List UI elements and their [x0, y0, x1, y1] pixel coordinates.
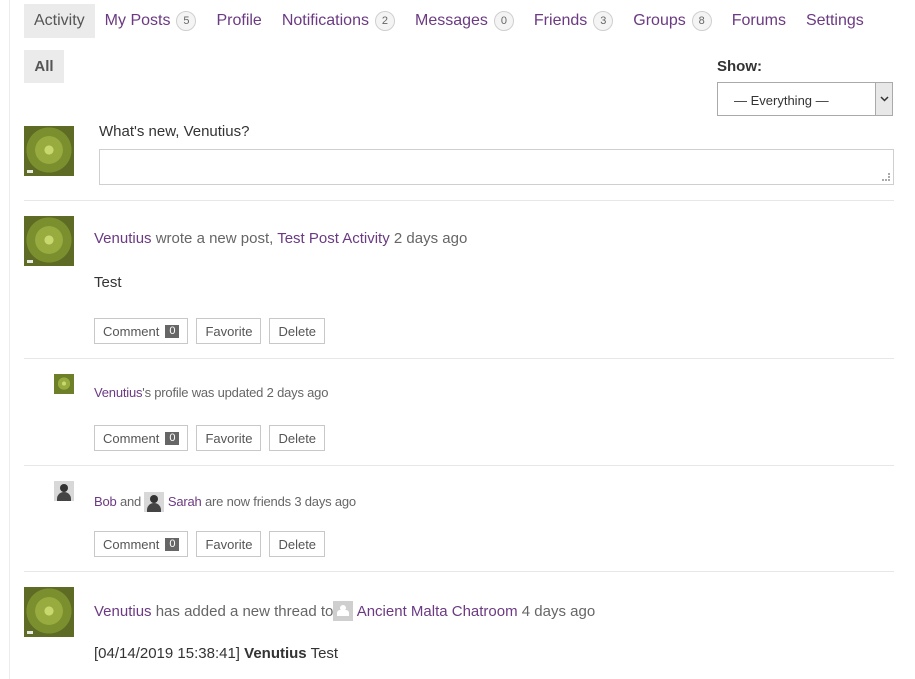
activity-actions: Comment 0 Favorite Delete — [94, 425, 326, 451]
whats-new-textarea[interactable] — [99, 149, 894, 185]
avatar[interactable] — [24, 216, 74, 266]
nav-profile[interactable]: Profile — [206, 4, 271, 38]
activity-action-text: are now friends — [205, 494, 291, 509]
divider — [24, 465, 894, 466]
filter-label: Show: — [717, 58, 762, 75]
comment-button[interactable]: Comment 0 — [94, 318, 189, 344]
avatar[interactable] — [24, 126, 74, 176]
activity-header: Venutius's profile was updated 2 days ag… — [94, 385, 328, 400]
comment-count: 0 — [165, 324, 180, 338]
nav-count-badge: 0 — [493, 11, 514, 31]
nav-count-badge: 3 — [593, 11, 614, 31]
comment-label: Comment — [103, 536, 160, 552]
comment-count: 0 — [165, 431, 180, 445]
comment-label: Comment — [103, 323, 160, 339]
chevron-down-icon[interactable] — [875, 83, 892, 115]
avatar[interactable] — [144, 492, 165, 512]
nav-label: Messages — [414, 12, 488, 29]
subnav-all[interactable]: All — [24, 50, 64, 83]
activity-user-link[interactable]: Bob — [94, 494, 117, 509]
delete-button[interactable]: Delete — [269, 425, 326, 451]
activity-action-text: wrote a new post, — [155, 230, 274, 247]
nav-label: Groups — [633, 12, 686, 29]
delete-label: Delete — [278, 536, 317, 552]
activity-target-link[interactable]: Test Post Activity — [277, 230, 390, 247]
favorite-label: Favorite — [205, 430, 253, 446]
activity-time[interactable]: 2 days ago — [267, 385, 329, 400]
activity-header: Bob and Sarah are now friends 3 days ago — [94, 492, 356, 512]
activity-user-link[interactable]: Venutius — [94, 603, 152, 620]
activity-user-link[interactable]: Venutius — [94, 385, 142, 400]
activity-time[interactable]: 3 days ago — [294, 494, 356, 509]
comment-label: Comment — [103, 430, 160, 446]
favorite-button[interactable]: Favorite — [196, 531, 262, 557]
content-text: Test — [310, 645, 339, 662]
nav-messages[interactable]: Messages 0 — [405, 4, 524, 38]
activity-actions: Comment 0 Favorite Delete — [94, 531, 326, 557]
nav-friends[interactable]: Friends 3 — [524, 4, 623, 38]
nav-notifications[interactable]: Notifications 2 — [272, 4, 405, 38]
activity-joiner-text: and — [119, 494, 142, 509]
avatar[interactable] — [24, 587, 74, 637]
activity-user-link[interactable]: Venutius — [94, 230, 152, 247]
delete-label: Delete — [278, 430, 317, 446]
nav-label: Notifications — [281, 12, 369, 29]
comment-count: 0 — [165, 537, 180, 551]
avatar[interactable] — [54, 374, 74, 394]
nav-label: Forums — [731, 12, 786, 29]
activity-content: [04/14/2019 15:38:41] Venutius Test — [94, 645, 338, 662]
delete-button[interactable]: Delete — [269, 318, 326, 344]
nav-label: Profile — [216, 12, 262, 29]
favorite-button[interactable]: Favorite — [196, 318, 262, 344]
delete-button[interactable]: Delete — [269, 531, 326, 557]
activity-user2-link[interactable]: Sarah — [168, 494, 202, 509]
group-icon[interactable] — [333, 601, 354, 621]
nav-label: Activity — [34, 12, 85, 29]
activity-header: Venutius wrote a new post, Test Post Act… — [94, 230, 467, 247]
activity-time[interactable]: 4 days ago — [522, 603, 595, 620]
nav-count-badge: 8 — [691, 11, 712, 31]
content-timestamp: [04/14/2019 15:38:41] — [94, 645, 240, 662]
comment-button[interactable]: Comment 0 — [94, 425, 189, 451]
activity-filter-select[interactable]: — Everything — — [717, 82, 893, 116]
delete-label: Delete — [278, 323, 317, 339]
profile-nav: Activity My Posts 5 Profile Notifications… — [24, 4, 874, 38]
activity-actions: Comment 0 Favorite Delete — [94, 318, 326, 344]
nav-count-badge: 5 — [176, 11, 197, 31]
nav-activity[interactable]: Activity — [24, 4, 95, 38]
activity-action-text: has added a new thread to — [155, 603, 334, 620]
nav-settings[interactable]: Settings — [796, 4, 874, 38]
favorite-button[interactable]: Favorite — [196, 425, 262, 451]
nav-label: Friends — [533, 12, 588, 29]
nav-groups[interactable]: Groups 8 — [623, 4, 721, 38]
favorite-label: Favorite — [205, 536, 253, 552]
activity-header: Venutius has added a new thread to Ancie… — [94, 601, 595, 621]
activity-action-text: 's profile was updated — [142, 385, 264, 400]
content-author: Venutius — [244, 645, 307, 662]
activity-time[interactable]: 2 days ago — [394, 230, 467, 247]
divider — [24, 200, 894, 201]
subnav-all-label: All — [34, 58, 54, 75]
divider — [24, 571, 894, 572]
comment-button[interactable]: Comment 0 — [94, 531, 189, 557]
filter-selected-value: — Everything — — [734, 93, 829, 108]
activity-target-link[interactable]: Ancient Malta Chatroom — [357, 603, 518, 620]
favorite-label: Favorite — [205, 323, 253, 339]
nav-my-posts[interactable]: My Posts 5 — [95, 4, 207, 38]
nav-count-badge: 2 — [374, 11, 395, 31]
activity-content: Test — [94, 274, 122, 291]
nav-label: My Posts — [104, 12, 171, 29]
nav-label: Settings — [805, 12, 864, 29]
post-form-prompt: What's new, Venutius? — [99, 123, 250, 140]
avatar[interactable] — [54, 481, 74, 501]
divider — [24, 358, 894, 359]
page-border — [9, 0, 10, 679]
nav-forums[interactable]: Forums — [722, 4, 796, 38]
